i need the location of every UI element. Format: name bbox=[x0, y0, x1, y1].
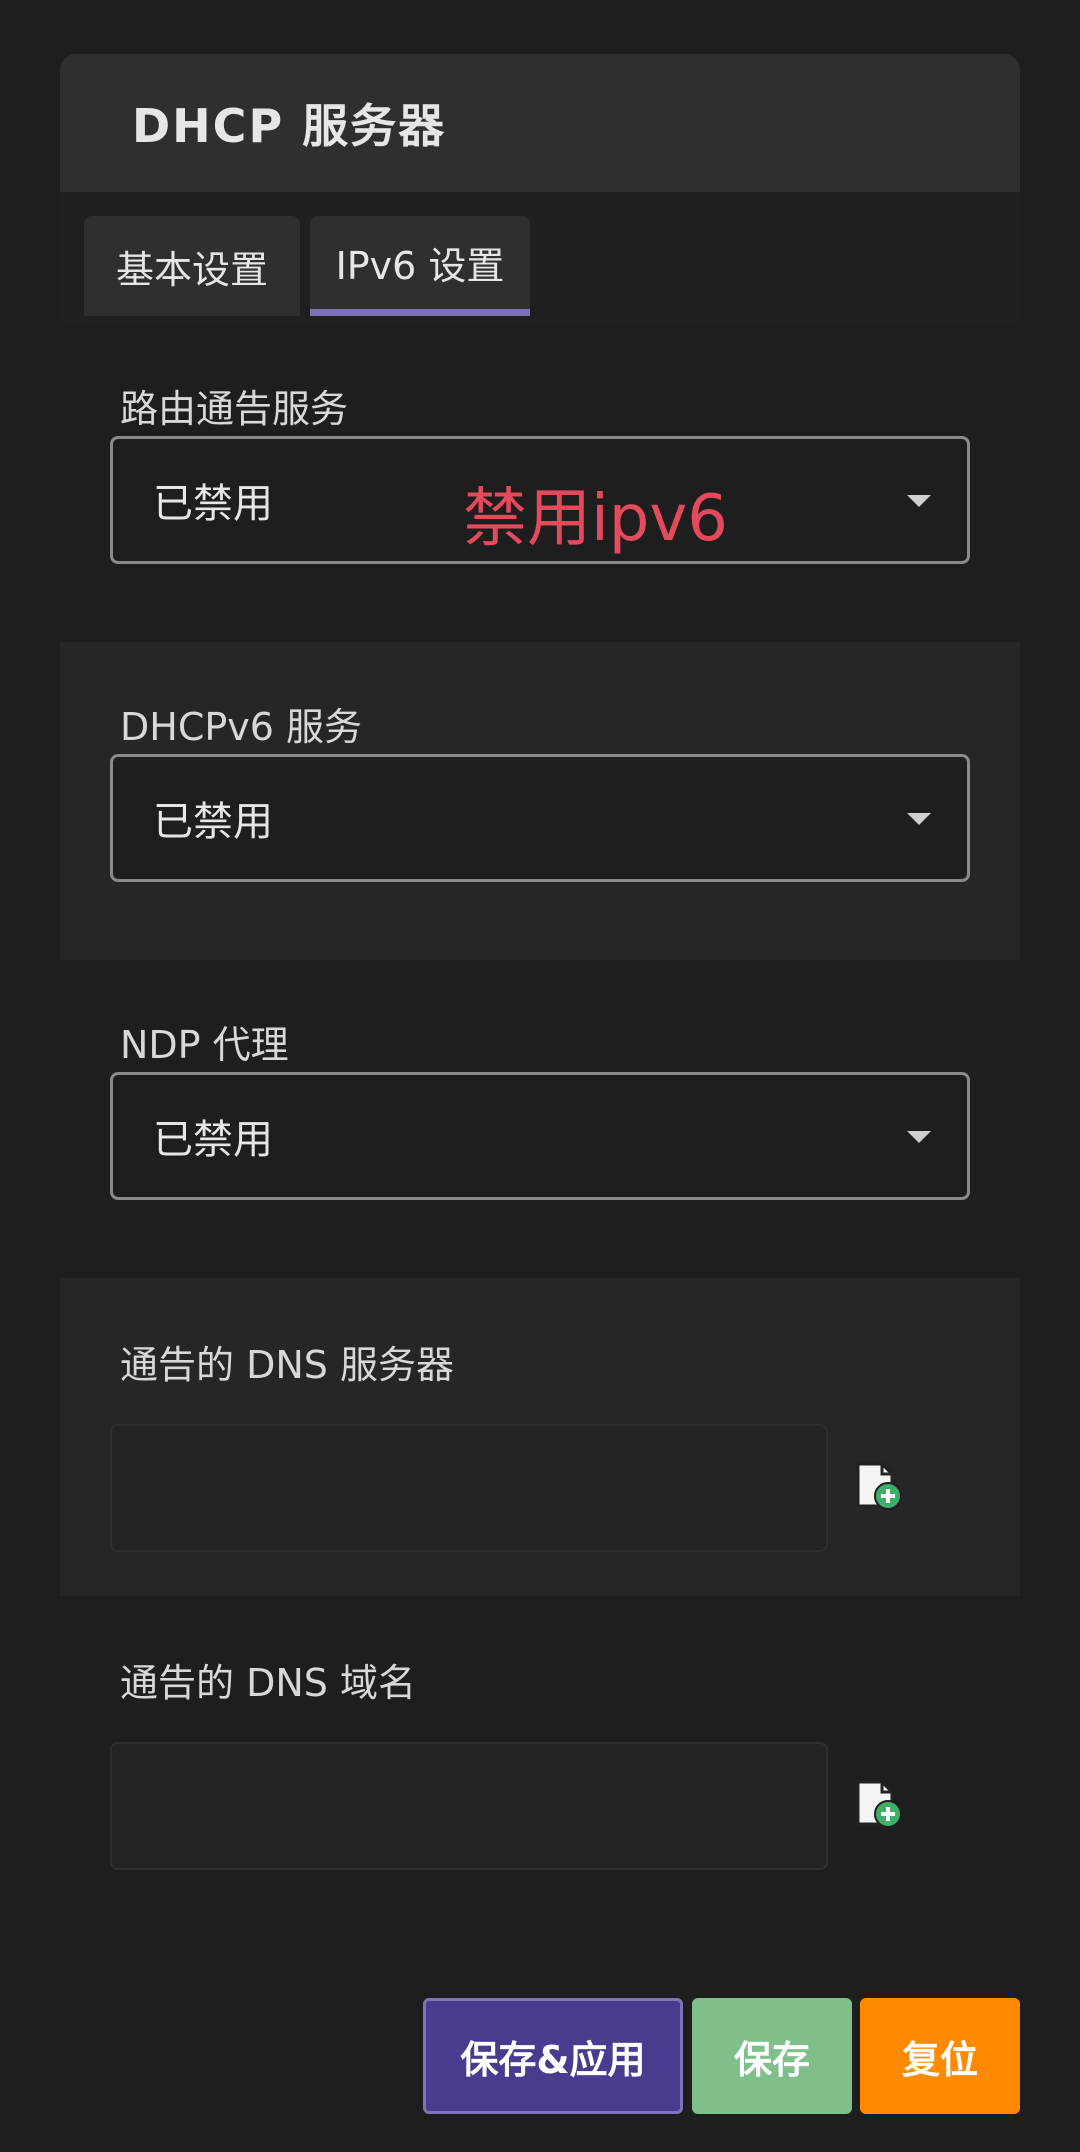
annotation-text: 禁用ipv6 bbox=[463, 482, 728, 556]
document-add-icon[interactable] bbox=[852, 1778, 904, 1830]
ra-select-value: 已禁用 bbox=[153, 481, 273, 527]
document-add-icon[interactable] bbox=[852, 1460, 904, 1512]
dhcp-server-card: DHCP 服务器 基本设置 IPv6 设置 路由通告服务 已禁用 禁用ipv6 … bbox=[60, 54, 1020, 1939]
dhcpv6-select[interactable]: 已禁用 bbox=[110, 754, 970, 882]
card-header: DHCP 服务器 bbox=[60, 54, 1020, 192]
ra-label: 路由通告服务 bbox=[120, 387, 349, 431]
section-ndp-proxy: NDP 代理 已禁用 bbox=[60, 960, 1020, 1278]
dns-domains-input[interactable] bbox=[110, 1742, 828, 1870]
reset-button[interactable]: 复位 bbox=[860, 1998, 1020, 2114]
ra-select[interactable]: 已禁用 禁用ipv6 bbox=[110, 436, 970, 564]
tab-ipv6-settings[interactable]: IPv6 设置 bbox=[310, 216, 530, 316]
section-dhcpv6: DHCPv6 服务 已禁用 bbox=[60, 642, 1020, 960]
dns-domains-label: 通告的 DNS 域名 bbox=[120, 1661, 416, 1705]
ndp-label: NDP 代理 bbox=[120, 1023, 289, 1067]
section-dns-domains: 通告的 DNS 域名 bbox=[60, 1596, 1020, 1914]
action-footer: 保存&应用 保存 复位 bbox=[0, 1998, 1080, 2118]
chevron-down-icon bbox=[907, 813, 931, 825]
tab-bar: 基本设置 IPv6 设置 bbox=[60, 192, 1020, 324]
ndp-select[interactable]: 已禁用 bbox=[110, 1072, 970, 1200]
section-dns-servers: 通告的 DNS 服务器 bbox=[60, 1278, 1020, 1596]
dns-servers-label: 通告的 DNS 服务器 bbox=[120, 1343, 454, 1387]
chevron-down-icon bbox=[907, 495, 931, 507]
save-apply-button[interactable]: 保存&应用 bbox=[423, 1998, 683, 2114]
save-button[interactable]: 保存 bbox=[692, 1998, 852, 2114]
chevron-down-icon bbox=[907, 1131, 931, 1143]
dhcpv6-select-value: 已禁用 bbox=[153, 799, 273, 845]
tab-basic-settings[interactable]: 基本设置 bbox=[84, 216, 300, 316]
ndp-select-value: 已禁用 bbox=[153, 1117, 273, 1163]
page-title: DHCP 服务器 bbox=[132, 99, 447, 153]
section-router-advertisement: 路由通告服务 已禁用 禁用ipv6 bbox=[60, 324, 1020, 642]
dhcpv6-label: DHCPv6 服务 bbox=[120, 705, 363, 749]
dns-servers-input[interactable] bbox=[110, 1424, 828, 1552]
